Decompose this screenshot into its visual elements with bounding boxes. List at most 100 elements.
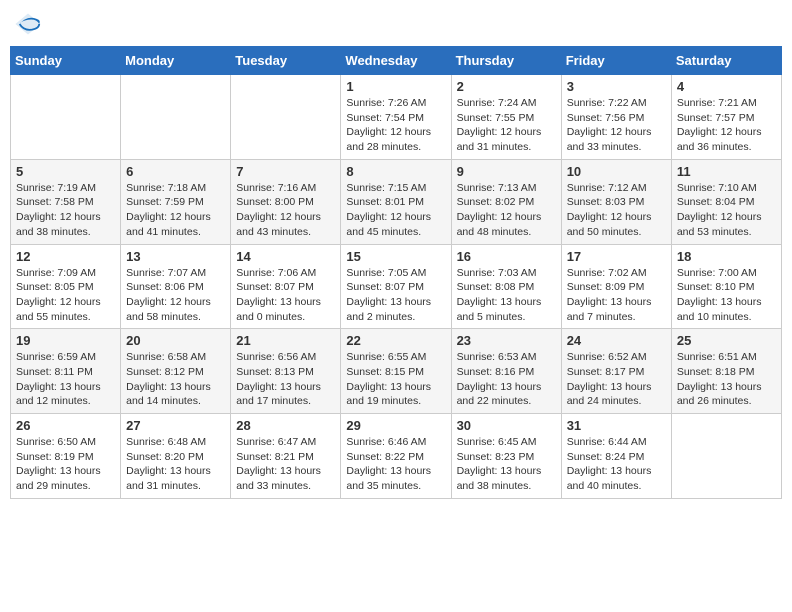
day-number: 19 bbox=[16, 333, 115, 348]
day-info: Sunrise: 6:55 AM Sunset: 8:15 PM Dayligh… bbox=[346, 350, 445, 409]
day-info: Sunrise: 7:16 AM Sunset: 8:00 PM Dayligh… bbox=[236, 181, 335, 240]
calendar: SundayMondayTuesdayWednesdayThursdayFrid… bbox=[10, 46, 782, 499]
day-info: Sunrise: 7:09 AM Sunset: 8:05 PM Dayligh… bbox=[16, 266, 115, 325]
day-number: 3 bbox=[567, 79, 666, 94]
day-number: 2 bbox=[457, 79, 556, 94]
day-cell: 29 Sunrise: 6:46 AM Sunset: 8:22 PM Dayli… bbox=[341, 414, 451, 499]
day-number: 25 bbox=[677, 333, 776, 348]
logo bbox=[14, 10, 46, 38]
day-info: Sunrise: 6:46 AM Sunset: 8:22 PM Dayligh… bbox=[346, 435, 445, 494]
week-row-4: 19 Sunrise: 6:59 AM Sunset: 8:11 PM Dayli… bbox=[11, 329, 782, 414]
day-number: 28 bbox=[236, 418, 335, 433]
day-cell: 23 Sunrise: 6:53 AM Sunset: 8:16 PM Dayli… bbox=[451, 329, 561, 414]
day-cell: 21 Sunrise: 6:56 AM Sunset: 8:13 PM Dayli… bbox=[231, 329, 341, 414]
day-number: 14 bbox=[236, 249, 335, 264]
weekday-header-friday: Friday bbox=[561, 47, 671, 75]
day-info: Sunrise: 7:21 AM Sunset: 7:57 PM Dayligh… bbox=[677, 96, 776, 155]
day-cell bbox=[11, 75, 121, 160]
day-number: 22 bbox=[346, 333, 445, 348]
day-number: 23 bbox=[457, 333, 556, 348]
weekday-header-monday: Monday bbox=[121, 47, 231, 75]
day-number: 26 bbox=[16, 418, 115, 433]
day-info: Sunrise: 6:47 AM Sunset: 8:21 PM Dayligh… bbox=[236, 435, 335, 494]
day-info: Sunrise: 6:45 AM Sunset: 8:23 PM Dayligh… bbox=[457, 435, 556, 494]
day-cell: 17 Sunrise: 7:02 AM Sunset: 8:09 PM Dayli… bbox=[561, 244, 671, 329]
day-cell: 31 Sunrise: 6:44 AM Sunset: 8:24 PM Dayli… bbox=[561, 414, 671, 499]
page-header bbox=[10, 10, 782, 38]
weekday-header-thursday: Thursday bbox=[451, 47, 561, 75]
day-info: Sunrise: 7:19 AM Sunset: 7:58 PM Dayligh… bbox=[16, 181, 115, 240]
day-cell: 14 Sunrise: 7:06 AM Sunset: 8:07 PM Dayli… bbox=[231, 244, 341, 329]
day-info: Sunrise: 6:59 AM Sunset: 8:11 PM Dayligh… bbox=[16, 350, 115, 409]
day-number: 17 bbox=[567, 249, 666, 264]
day-number: 12 bbox=[16, 249, 115, 264]
day-number: 15 bbox=[346, 249, 445, 264]
day-cell: 5 Sunrise: 7:19 AM Sunset: 7:58 PM Daylig… bbox=[11, 159, 121, 244]
day-info: Sunrise: 7:13 AM Sunset: 8:02 PM Dayligh… bbox=[457, 181, 556, 240]
day-cell: 11 Sunrise: 7:10 AM Sunset: 8:04 PM Dayli… bbox=[671, 159, 781, 244]
week-row-2: 5 Sunrise: 7:19 AM Sunset: 7:58 PM Daylig… bbox=[11, 159, 782, 244]
day-number: 24 bbox=[567, 333, 666, 348]
day-cell: 2 Sunrise: 7:24 AM Sunset: 7:55 PM Daylig… bbox=[451, 75, 561, 160]
day-info: Sunrise: 7:02 AM Sunset: 8:09 PM Dayligh… bbox=[567, 266, 666, 325]
day-cell: 26Sunrise: 6:50 AM Sunset: 8:19 PM Dayli… bbox=[11, 414, 121, 499]
day-cell: 22 Sunrise: 6:55 AM Sunset: 8:15 PM Dayli… bbox=[341, 329, 451, 414]
day-info: Sunrise: 6:52 AM Sunset: 8:17 PM Dayligh… bbox=[567, 350, 666, 409]
day-number: 8 bbox=[346, 164, 445, 179]
day-number: 4 bbox=[677, 79, 776, 94]
day-cell: 16Sunrise: 7:03 AM Sunset: 8:08 PM Dayli… bbox=[451, 244, 561, 329]
day-number: 18 bbox=[677, 249, 776, 264]
day-number: 29 bbox=[346, 418, 445, 433]
day-number: 21 bbox=[236, 333, 335, 348]
day-info: Sunrise: 6:56 AM Sunset: 8:13 PM Dayligh… bbox=[236, 350, 335, 409]
day-number: 9 bbox=[457, 164, 556, 179]
day-info: Sunrise: 7:10 AM Sunset: 8:04 PM Dayligh… bbox=[677, 181, 776, 240]
day-number: 1 bbox=[346, 79, 445, 94]
day-cell: 27 Sunrise: 6:48 AM Sunset: 8:20 PM Dayli… bbox=[121, 414, 231, 499]
day-info: Sunrise: 7:26 AM Sunset: 7:54 PM Dayligh… bbox=[346, 96, 445, 155]
weekday-header-wednesday: Wednesday bbox=[341, 47, 451, 75]
day-cell: 8 Sunrise: 7:15 AM Sunset: 8:01 PM Daylig… bbox=[341, 159, 451, 244]
day-info: Sunrise: 6:51 AM Sunset: 8:18 PM Dayligh… bbox=[677, 350, 776, 409]
day-cell: 12 Sunrise: 7:09 AM Sunset: 8:05 PM Dayli… bbox=[11, 244, 121, 329]
day-info: Sunrise: 7:24 AM Sunset: 7:55 PM Dayligh… bbox=[457, 96, 556, 155]
day-cell bbox=[231, 75, 341, 160]
weekday-header-tuesday: Tuesday bbox=[231, 47, 341, 75]
day-info: Sunrise: 7:05 AM Sunset: 8:07 PM Dayligh… bbox=[346, 266, 445, 325]
day-number: 6 bbox=[126, 164, 225, 179]
day-number: 11 bbox=[677, 164, 776, 179]
day-info: Sunrise: 6:48 AM Sunset: 8:20 PM Dayligh… bbox=[126, 435, 225, 494]
week-row-5: 26Sunrise: 6:50 AM Sunset: 8:19 PM Dayli… bbox=[11, 414, 782, 499]
day-number: 10 bbox=[567, 164, 666, 179]
day-cell: 7 Sunrise: 7:16 AM Sunset: 8:00 PM Daylig… bbox=[231, 159, 341, 244]
day-number: 13 bbox=[126, 249, 225, 264]
day-cell: 4 Sunrise: 7:21 AM Sunset: 7:57 PM Daylig… bbox=[671, 75, 781, 160]
day-number: 7 bbox=[236, 164, 335, 179]
day-cell: 19 Sunrise: 6:59 AM Sunset: 8:11 PM Dayli… bbox=[11, 329, 121, 414]
day-number: 5 bbox=[16, 164, 115, 179]
day-info: Sunrise: 7:15 AM Sunset: 8:01 PM Dayligh… bbox=[346, 181, 445, 240]
day-info: Sunrise: 6:53 AM Sunset: 8:16 PM Dayligh… bbox=[457, 350, 556, 409]
day-cell: 25 Sunrise: 6:51 AM Sunset: 8:18 PM Dayli… bbox=[671, 329, 781, 414]
logo-icon bbox=[14, 10, 42, 38]
weekday-header-row: SundayMondayTuesdayWednesdayThursdayFrid… bbox=[11, 47, 782, 75]
day-info: Sunrise: 7:00 AM Sunset: 8:10 PM Dayligh… bbox=[677, 266, 776, 325]
day-info: Sunrise: 7:22 AM Sunset: 7:56 PM Dayligh… bbox=[567, 96, 666, 155]
day-cell: 6 Sunrise: 7:18 AM Sunset: 7:59 PM Daylig… bbox=[121, 159, 231, 244]
day-cell bbox=[671, 414, 781, 499]
day-info: Sunrise: 7:18 AM Sunset: 7:59 PM Dayligh… bbox=[126, 181, 225, 240]
day-cell: 30Sunrise: 6:45 AM Sunset: 8:23 PM Dayli… bbox=[451, 414, 561, 499]
day-cell: 13 Sunrise: 7:07 AM Sunset: 8:06 PM Dayli… bbox=[121, 244, 231, 329]
day-cell: 28 Sunrise: 6:47 AM Sunset: 8:21 PM Dayli… bbox=[231, 414, 341, 499]
weekday-header-sunday: Sunday bbox=[11, 47, 121, 75]
day-cell bbox=[121, 75, 231, 160]
day-info: Sunrise: 7:07 AM Sunset: 8:06 PM Dayligh… bbox=[126, 266, 225, 325]
day-cell: 18 Sunrise: 7:00 AM Sunset: 8:10 PM Dayli… bbox=[671, 244, 781, 329]
weekday-header-saturday: Saturday bbox=[671, 47, 781, 75]
day-number: 27 bbox=[126, 418, 225, 433]
day-number: 20 bbox=[126, 333, 225, 348]
day-number: 31 bbox=[567, 418, 666, 433]
day-info: Sunrise: 6:44 AM Sunset: 8:24 PM Dayligh… bbox=[567, 435, 666, 494]
day-info: Sunrise: 7:06 AM Sunset: 8:07 PM Dayligh… bbox=[236, 266, 335, 325]
day-cell: 1 Sunrise: 7:26 AM Sunset: 7:54 PM Daylig… bbox=[341, 75, 451, 160]
